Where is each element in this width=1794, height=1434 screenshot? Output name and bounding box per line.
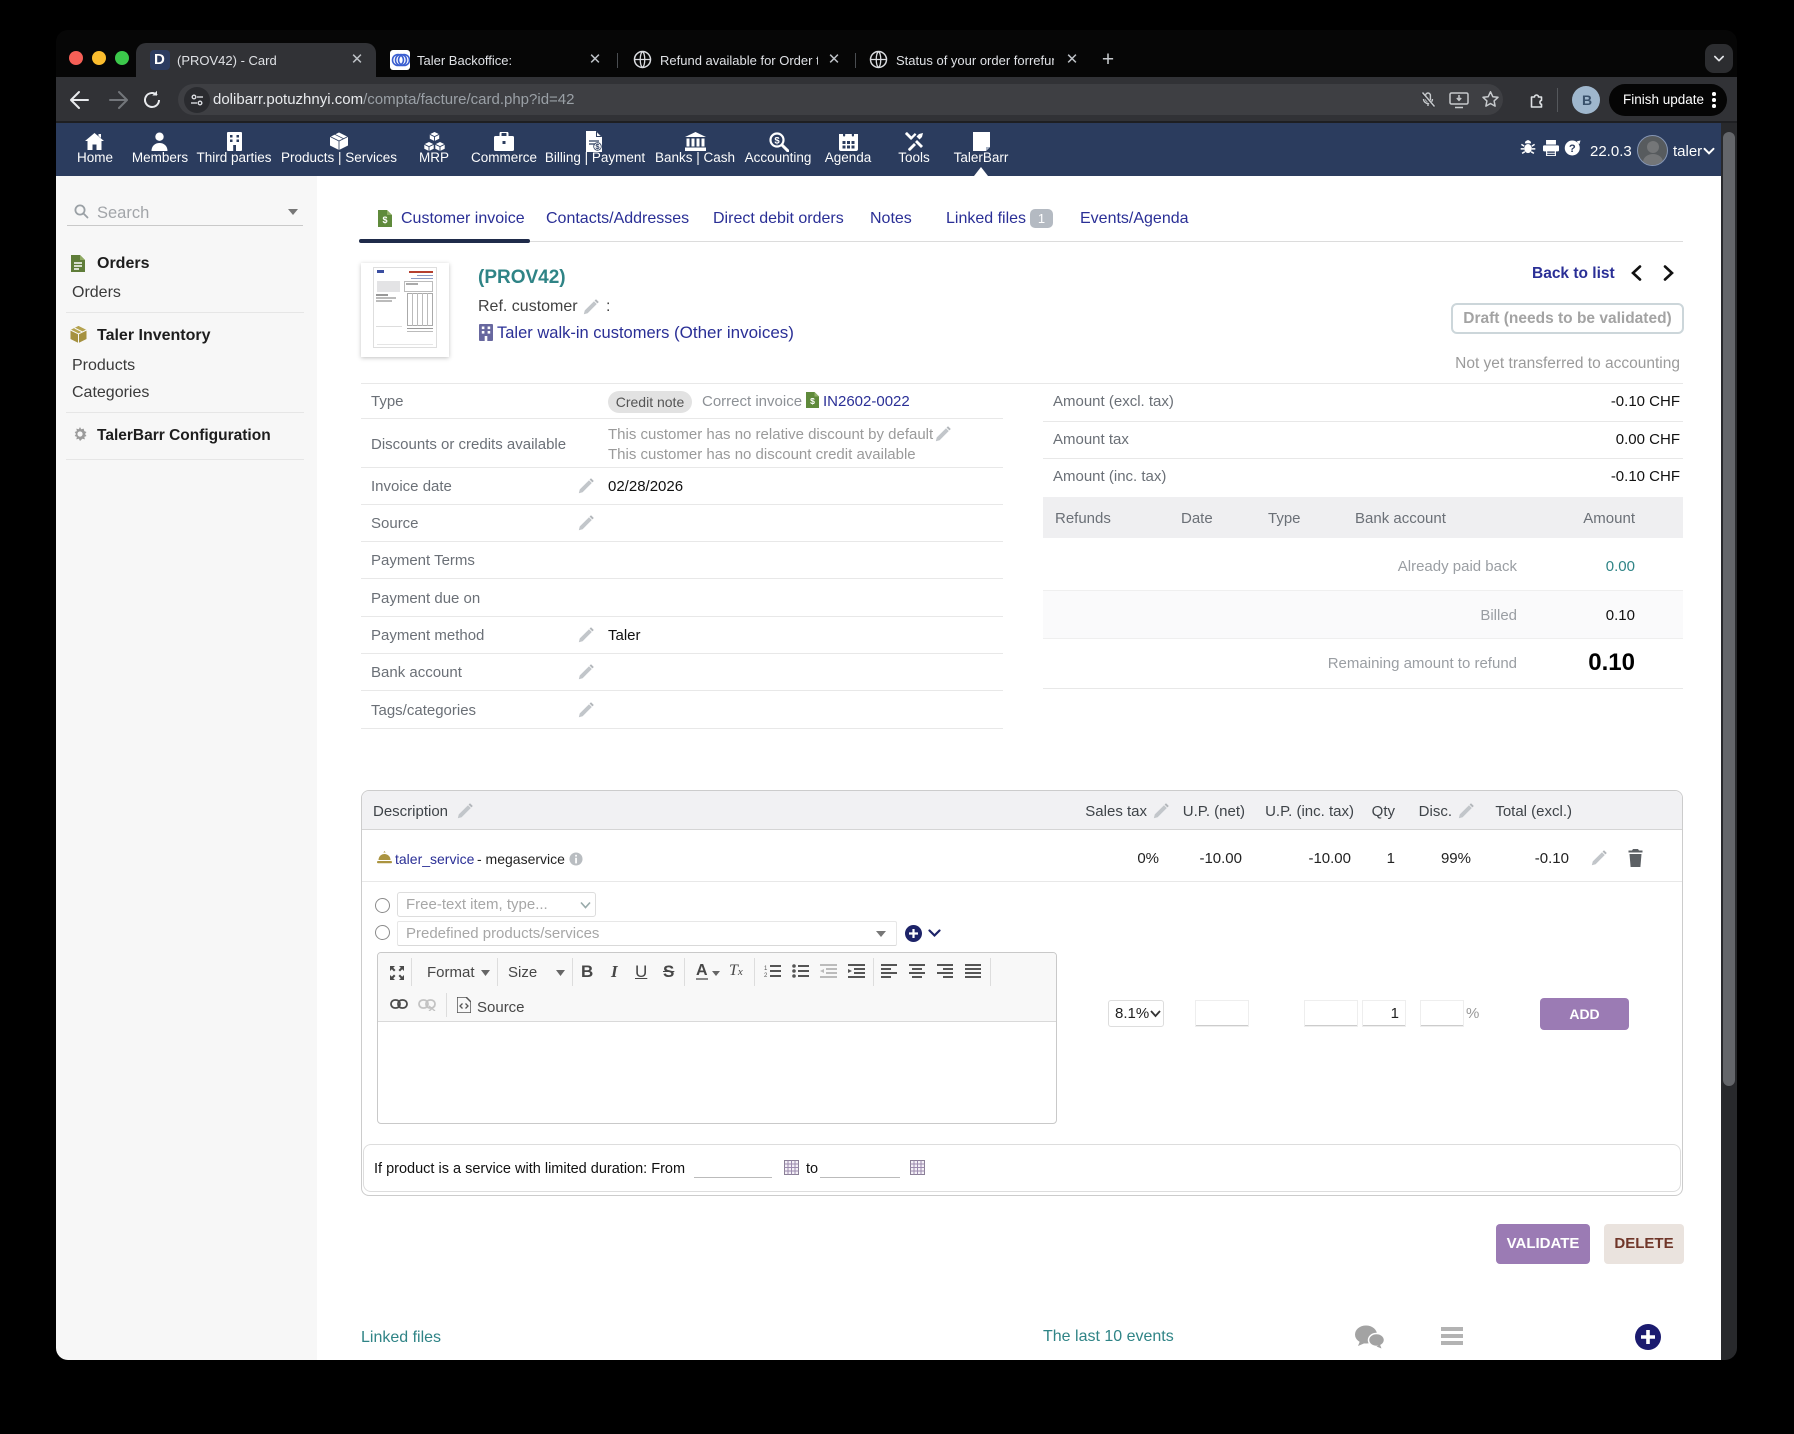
svg-text:1: 1 xyxy=(764,966,768,972)
svg-text:2: 2 xyxy=(764,973,768,978)
svg-text:$: $ xyxy=(774,135,780,146)
svg-text:$: $ xyxy=(382,215,387,225)
svg-text:?: ? xyxy=(1569,143,1576,155)
svg-text:$: $ xyxy=(810,396,815,406)
